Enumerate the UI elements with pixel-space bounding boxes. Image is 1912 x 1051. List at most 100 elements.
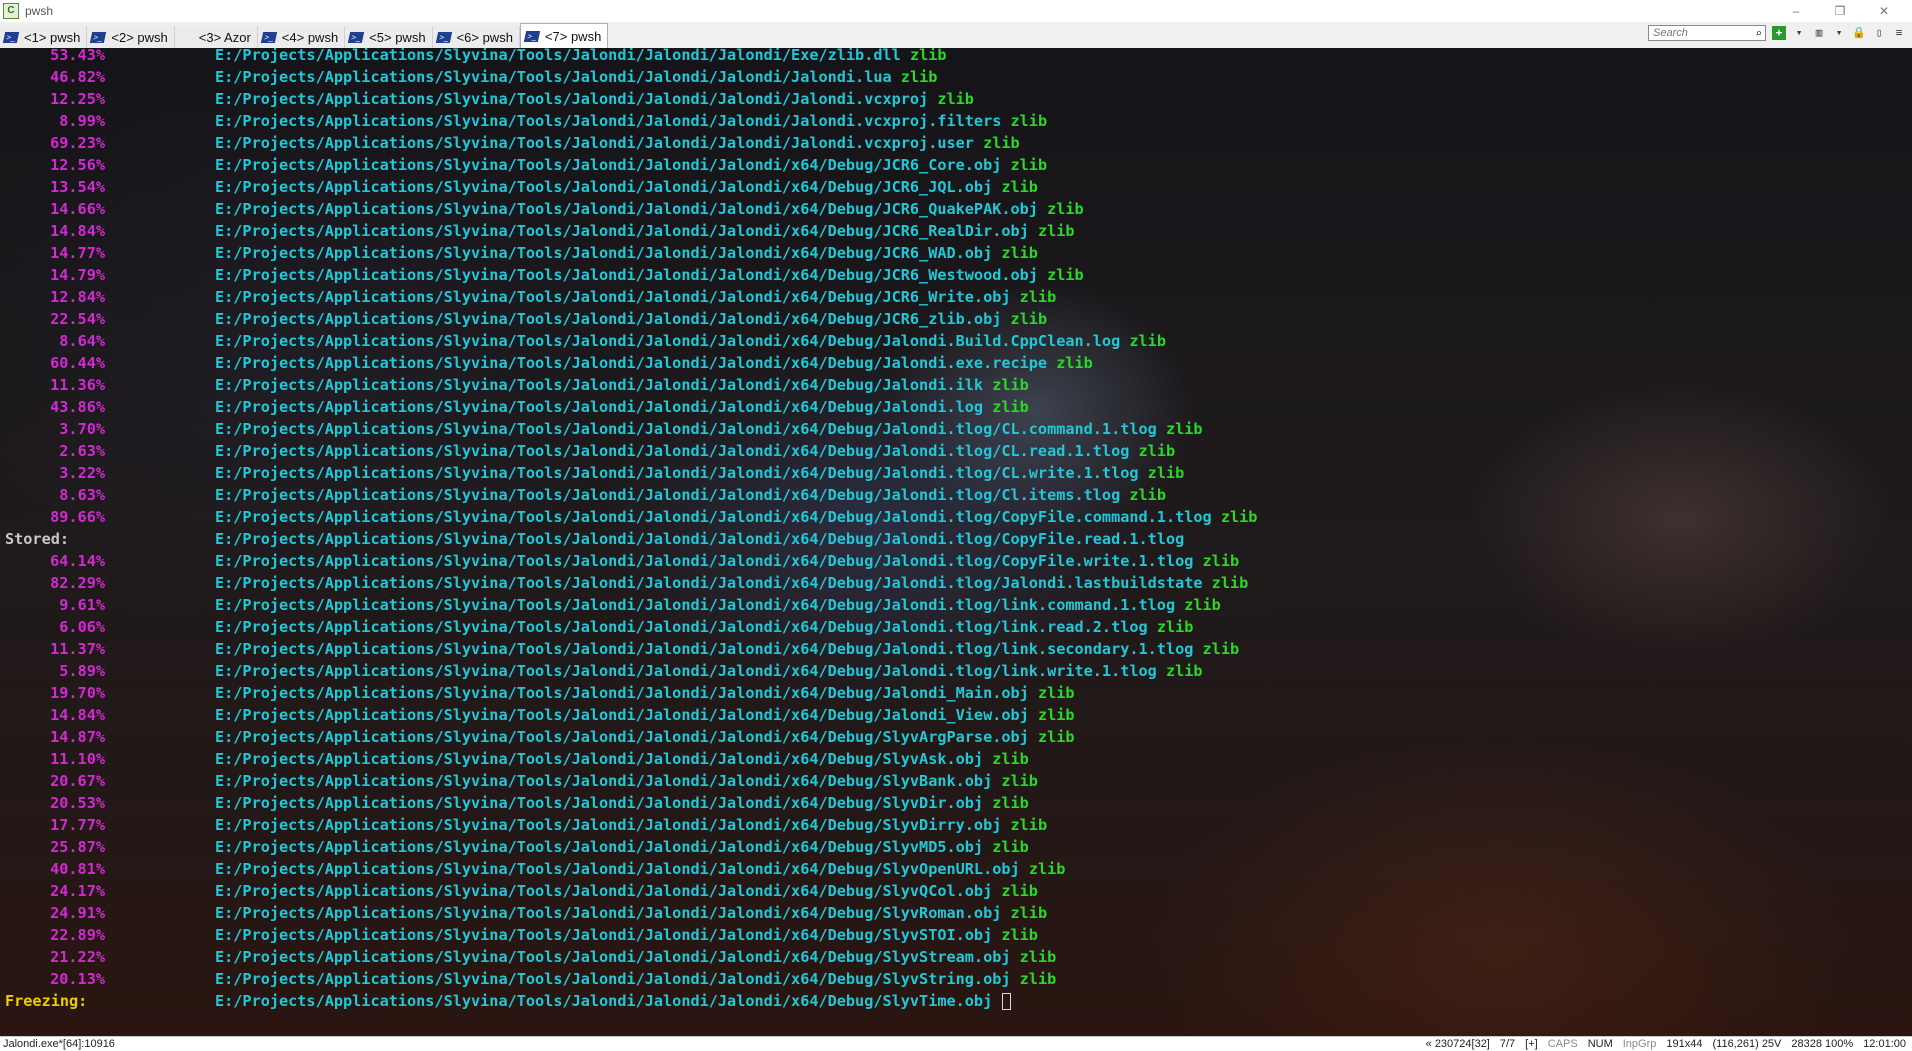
- dropdown-arrow-icon[interactable]: ▾: [1792, 26, 1806, 40]
- compression-algorithm: zlib: [1010, 156, 1048, 174]
- terminal-line: 22.54% E:/Projects/Applications/Slyvina/T…: [0, 308, 1912, 330]
- status-bar: Jalondi.exe*[64]:10916 « 230724[32] 7/7 …: [0, 1036, 1912, 1051]
- file-path: E:/Projects/Applications/Slyvina/Tools/J…: [215, 574, 1203, 592]
- menu-icon[interactable]: ≡: [1892, 26, 1906, 40]
- minimize-button[interactable]: –: [1774, 0, 1818, 22]
- terminal-line: 53.43% E:/Projects/Applications/Slyvina/T…: [0, 48, 1912, 66]
- status-plus[interactable]: [+]: [1525, 1037, 1538, 1051]
- scroll-icon[interactable]: ▯: [1872, 26, 1886, 40]
- terminal-line: 89.66% E:/Projects/Applications/Slyvina/T…: [0, 506, 1912, 528]
- terminal-line: 12.84% E:/Projects/Applications/Slyvina/T…: [0, 286, 1912, 308]
- tab-bar: >_ <1> pwsh >_ <2> pwsh <3> Azor >_ <4> pwsh >_…: [0, 22, 1912, 49]
- file-path: E:/Projects/Applications/Slyvina/Tools/J…: [215, 420, 1157, 438]
- tab-2[interactable]: >_ <2> pwsh: [87, 26, 175, 48]
- conemu-app-icon[interactable]: C: [3, 3, 19, 19]
- dropdown-arrow-icon[interactable]: ▾: [1832, 26, 1846, 40]
- status-console-index[interactable]: 7/7: [1500, 1037, 1515, 1051]
- file-path: E:/Projects/Applications/Slyvina/Tools/J…: [215, 882, 993, 900]
- terminal-line: 12.25% E:/Projects/Applications/Slyvina/T…: [0, 88, 1912, 110]
- terminal-line: 14.84% E:/Projects/Applications/Slyvina/T…: [0, 704, 1912, 726]
- compression-percent: 20.53%: [50, 794, 105, 812]
- compression-percent: 14.79%: [50, 266, 105, 284]
- compression-algorithm: zlib: [1019, 970, 1057, 988]
- compression-algorithm: zlib: [992, 398, 1029, 416]
- tab-label: <7> pwsh: [544, 28, 602, 44]
- tab-7[interactable]: >_ <7> pwsh: [519, 23, 609, 48]
- compression-percent: 12.56%: [50, 156, 105, 174]
- terminal-line: 2.63% E:/Projects/Applications/Slyvina/To…: [0, 440, 1912, 462]
- status-inpgrp[interactable]: InpGrp: [1623, 1037, 1657, 1051]
- compression-algorithm: zlib: [1001, 178, 1038, 196]
- status-label-freezing: Freezing:: [5, 992, 88, 1010]
- compression-algorithm: zlib: [992, 794, 1029, 812]
- compression-percent: 12.25%: [50, 90, 105, 108]
- terminal-line: 3.70% E:/Projects/Applications/Slyvina/To…: [0, 418, 1912, 440]
- file-path: E:/Projects/Applications/Slyvina/Tools/J…: [215, 816, 1002, 834]
- terminal-line: 43.86% E:/Projects/Applications/Slyvina/T…: [0, 396, 1912, 418]
- status-time: 12:01:00: [1863, 1038, 1906, 1050]
- search-box[interactable]: ⌕: [1648, 25, 1766, 41]
- terminal-line: 13.54% E:/Projects/Applications/Slyvina/T…: [0, 176, 1912, 198]
- compression-percent: 22.54%: [50, 310, 105, 328]
- search-input[interactable]: [1653, 27, 1743, 39]
- tab-6[interactable]: >_ <6> pwsh: [432, 26, 520, 48]
- terminal-line: 14.87% E:/Projects/Applications/Slyvina/T…: [0, 726, 1912, 748]
- compression-percent: 8.63%: [59, 486, 105, 504]
- compression-algorithm: zlib: [1037, 684, 1075, 702]
- compression-algorithm: zlib: [1165, 420, 1203, 438]
- tab-blank-icon: [178, 32, 194, 43]
- compression-algorithm: zlib: [1047, 266, 1084, 284]
- toolbar: ⌕ + ▾ ▥ ▾ 🔒 ▯ ≡: [1648, 25, 1906, 41]
- compression-algorithm: zlib: [1129, 332, 1166, 350]
- file-path: E:/Projects/Applications/Slyvina/Tools/J…: [215, 156, 1002, 174]
- file-path: E:/Projects/Applications/Slyvina/Tools/J…: [215, 112, 1002, 130]
- terminal-line: 6.06% E:/Projects/Applications/Slyvina/To…: [0, 616, 1912, 638]
- terminal-line: 22.89% E:/Projects/Applications/Slyvina/T…: [0, 924, 1912, 946]
- tab-1[interactable]: >_ <1> pwsh: [0, 26, 88, 48]
- split-view-icon[interactable]: ▥: [1812, 26, 1826, 40]
- tab-4[interactable]: >_ <4> pwsh: [257, 26, 346, 48]
- compression-algorithm: zlib: [1001, 882, 1038, 900]
- lock-icon[interactable]: 🔒: [1852, 26, 1866, 40]
- file-path: E:/Projects/Applications/Slyvina/Tools/J…: [215, 398, 984, 416]
- file-path: E:/Projects/Applications/Slyvina/Tools/J…: [215, 354, 1048, 372]
- terminal-line: 14.79% E:/Projects/Applications/Slyvina/T…: [0, 264, 1912, 286]
- file-path: E:/Projects/Applications/Slyvina/Tools/J…: [215, 376, 984, 394]
- file-path: E:/Projects/Applications/Slyvina/Tools/J…: [215, 244, 993, 262]
- status-buffer[interactable]: « 230724[32]: [1426, 1037, 1490, 1051]
- compression-algorithm: zlib: [1156, 618, 1194, 636]
- status-cursor-pos: (116,261) 25V: [1712, 1038, 1782, 1050]
- compression-algorithm: zlib: [1019, 288, 1057, 306]
- restore-button[interactable]: ❐: [1818, 0, 1862, 22]
- compression-algorithm: zlib: [1129, 486, 1166, 504]
- compression-algorithm: zlib: [1019, 948, 1057, 966]
- file-path: E:/Projects/Applications/Slyvina/Tools/J…: [215, 596, 1176, 614]
- file-path: E:/Projects/Applications/Slyvina/Tools/J…: [215, 794, 984, 812]
- compression-algorithm: zlib: [1037, 222, 1075, 240]
- compression-percent: 89.66%: [50, 508, 105, 526]
- compression-algorithm: zlib: [1211, 574, 1249, 592]
- file-path: E:/Projects/Applications/Slyvina/Tools/J…: [215, 904, 1002, 922]
- compression-algorithm: zlib: [1165, 662, 1203, 680]
- terminal-output[interactable]: 53.43% E:/Projects/Applications/Slyvina/T…: [0, 48, 1912, 1036]
- search-icon[interactable]: ⌕: [1755, 27, 1762, 40]
- compression-percent: 69.23%: [50, 134, 105, 152]
- compression-algorithm: zlib: [992, 376, 1029, 394]
- tab-3[interactable]: <3> Azor: [174, 26, 258, 48]
- compression-algorithm: zlib: [1010, 310, 1048, 328]
- tab-5[interactable]: >_ <5> pwsh: [345, 26, 433, 48]
- compression-percent: 3.22%: [59, 464, 105, 482]
- compression-algorithm: zlib: [1010, 904, 1048, 922]
- close-button[interactable]: ✕: [1862, 0, 1906, 22]
- file-path: E:/Projects/Applications/Slyvina/Tools/J…: [215, 310, 1002, 328]
- file-path: E:/Projects/Applications/Slyvina/Tools/J…: [215, 530, 1185, 548]
- compression-algorithm: zlib: [1220, 508, 1258, 526]
- file-path: E:/Projects/Applications/Slyvina/Tools/J…: [215, 860, 1020, 878]
- terminal-line: 64.14% E:/Projects/Applications/Slyvina/T…: [0, 550, 1912, 572]
- compression-percent: 21.22%: [50, 948, 105, 966]
- new-console-icon[interactable]: +: [1772, 26, 1786, 40]
- file-path: E:/Projects/Applications/Slyvina/Tools/J…: [215, 90, 929, 108]
- powershell-icon: >_: [523, 30, 541, 42]
- file-path: E:/Projects/Applications/Slyvina/Tools/J…: [215, 552, 1194, 570]
- compression-percent: 53.43%: [50, 48, 105, 64]
